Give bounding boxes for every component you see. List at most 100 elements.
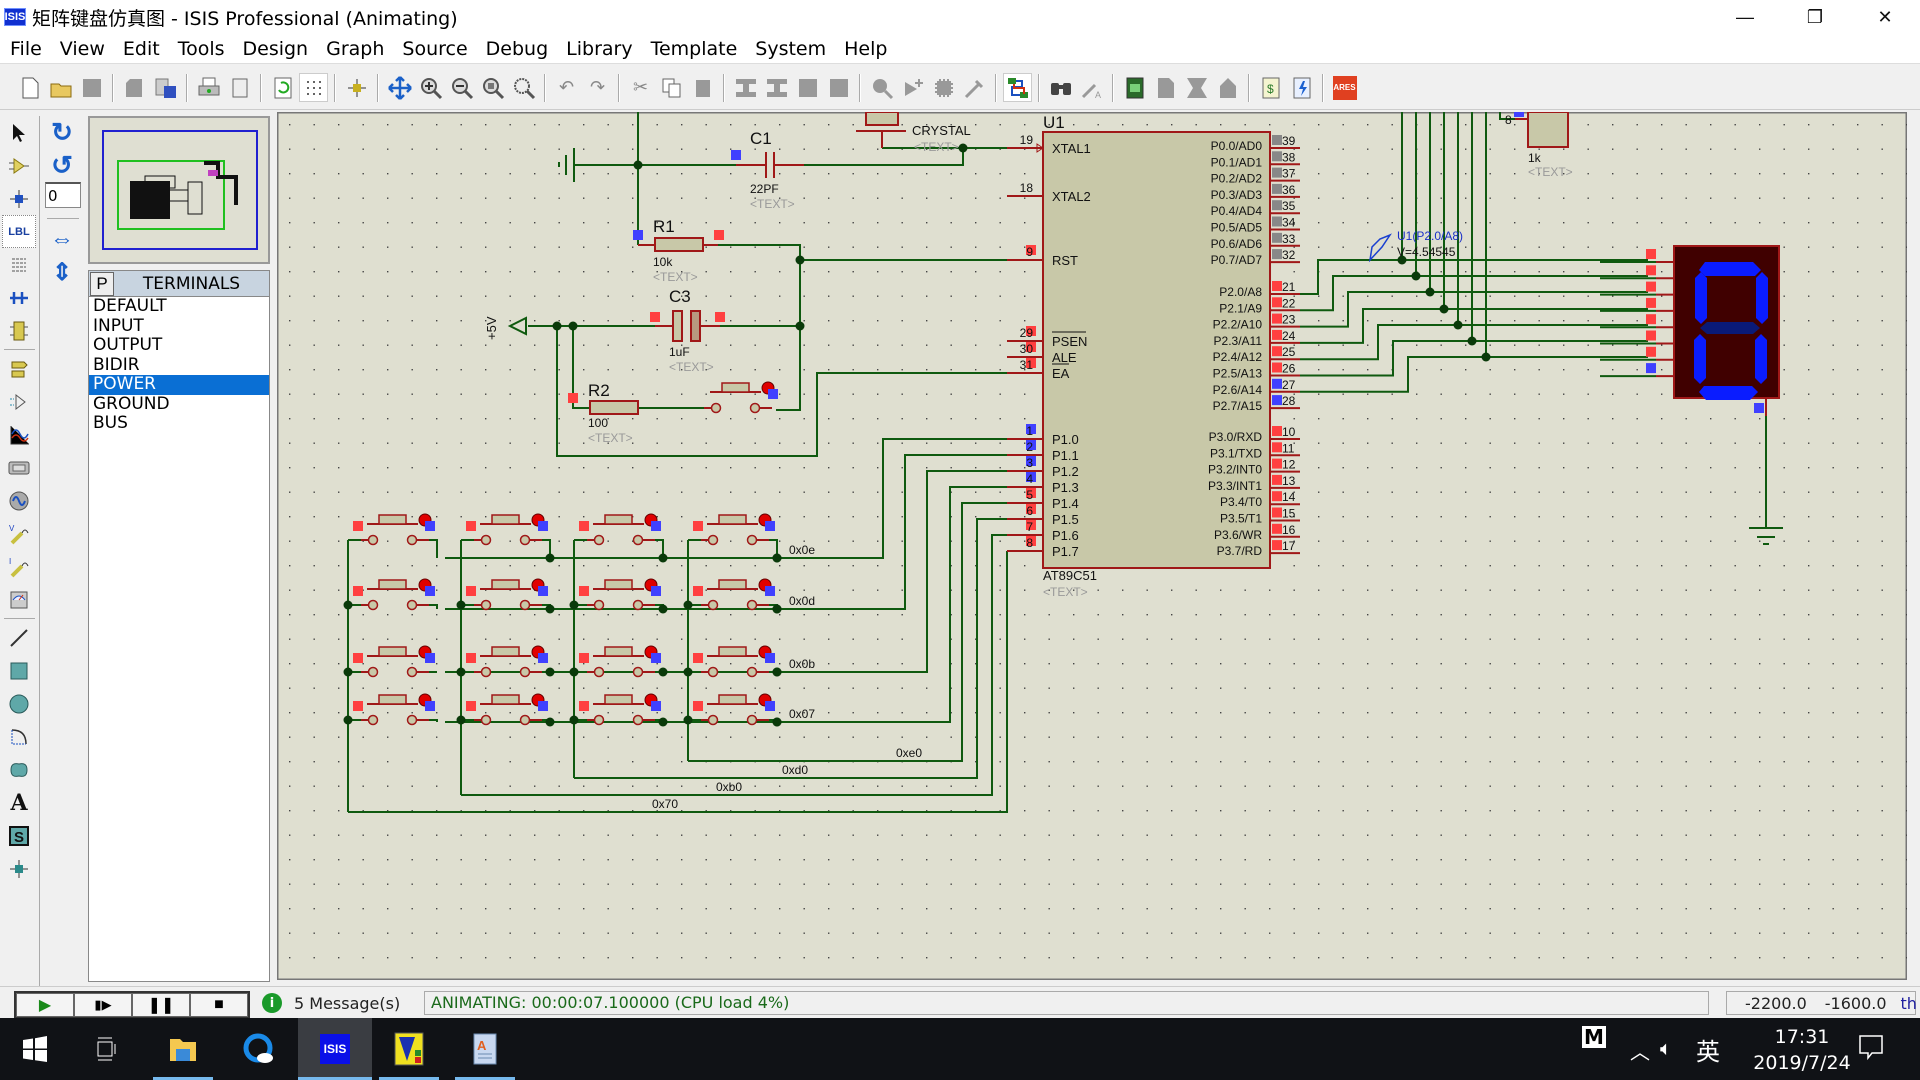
junction-dot-icon[interactable] xyxy=(2,182,36,215)
text-script-icon[interactable] xyxy=(2,248,36,281)
menu-tools[interactable]: Tools xyxy=(169,38,234,60)
input-language-indicator[interactable]: 英 xyxy=(1696,1032,1720,1067)
terminal-item-default[interactable]: DEFAULT xyxy=(89,296,269,317)
exit-to-parent-icon[interactable] xyxy=(1182,73,1211,102)
messages-indicator[interactable]: i 5 Message(s) xyxy=(262,991,400,1015)
menu-design[interactable]: Design xyxy=(234,38,318,60)
generator-icon[interactable] xyxy=(2,484,36,517)
redraw-icon[interactable] xyxy=(268,73,297,102)
menu-system[interactable]: System xyxy=(746,38,835,60)
save-icon[interactable] xyxy=(77,73,106,102)
mirror-horizontal-icon[interactable]: ⇔ xyxy=(45,223,79,256)
box-icon[interactable] xyxy=(2,654,36,687)
path-icon[interactable] xyxy=(2,753,36,786)
menu-help[interactable]: Help xyxy=(835,38,896,60)
redo-icon[interactable]: ↷ xyxy=(583,73,612,102)
origin-icon[interactable] xyxy=(342,73,371,102)
zoom-in-icon[interactable] xyxy=(416,73,445,102)
zoom-out-icon[interactable] xyxy=(447,73,476,102)
menu-graph[interactable]: Graph xyxy=(317,38,393,60)
wordpad-icon[interactable]: A xyxy=(450,1018,520,1080)
restore-button[interactable]: ❐ xyxy=(1780,0,1850,34)
close-button[interactable]: ✕ xyxy=(1850,0,1920,34)
bill-of-materials-icon[interactable]: $ xyxy=(1256,73,1285,102)
electrical-rule-check-icon[interactable] xyxy=(1287,73,1316,102)
zoom-to-child-icon[interactable] xyxy=(1213,73,1242,102)
tape-recorder-icon[interactable] xyxy=(2,451,36,484)
wire-autorouter-icon[interactable] xyxy=(1003,73,1032,102)
menu-edit[interactable]: Edit xyxy=(114,38,169,60)
virtual-instruments-icon[interactable] xyxy=(2,583,36,616)
terminal-item-bidir[interactable]: BIDIR xyxy=(89,355,269,376)
remove-sheet-icon[interactable] xyxy=(1151,73,1180,102)
grid-icon[interactable] xyxy=(299,73,328,102)
menu-library[interactable]: Library xyxy=(557,38,641,60)
rotate-anticlockwise-icon[interactable]: ↺ xyxy=(45,149,79,182)
rotation-angle-input[interactable] xyxy=(45,182,81,208)
print-icon[interactable] xyxy=(194,73,223,102)
block-delete-icon[interactable] xyxy=(824,73,853,102)
new-icon[interactable] xyxy=(15,73,44,102)
minimize-button[interactable]: — xyxy=(1710,0,1780,34)
menu-template[interactable]: Template xyxy=(642,38,747,60)
packaging-icon[interactable] xyxy=(929,73,958,102)
isis-icon[interactable]: ISIS xyxy=(298,1018,372,1080)
show-hidden-icons-icon[interactable]: ︿ xyxy=(1630,1036,1650,1065)
import-icon[interactable] xyxy=(120,73,149,102)
make-device-icon[interactable] xyxy=(898,73,927,102)
terminal-item-power[interactable]: POWER xyxy=(89,374,269,395)
terminal-item-ground[interactable]: GROUND xyxy=(89,394,269,415)
cut-icon[interactable]: ✂ xyxy=(626,73,655,102)
volume-icon[interactable]: 🔈︎ xyxy=(1660,1036,1672,1060)
rotate-clockwise-icon[interactable]: ↻ xyxy=(45,116,79,149)
file-explorer-icon[interactable] xyxy=(148,1018,218,1080)
new-sheet-icon[interactable] xyxy=(1120,73,1149,102)
menu-source[interactable]: Source xyxy=(393,38,476,60)
symbol-icon[interactable]: S xyxy=(2,819,36,852)
block-rotate-icon[interactable] xyxy=(793,73,822,102)
schematic-canvas[interactable]: U1AT89C51<TEXT>19XTAL118XTAL29RST29PSEN3… xyxy=(277,112,1907,980)
stop-button[interactable]: ■ xyxy=(190,993,248,1017)
circle-icon[interactable] xyxy=(2,687,36,720)
keil-uvision-icon[interactable] xyxy=(374,1018,444,1080)
search-icon[interactable] xyxy=(1046,73,1075,102)
menu-debug[interactable]: Debug xyxy=(477,38,557,60)
pick-devices-button[interactable]: P xyxy=(90,271,114,296)
pan-icon[interactable] xyxy=(385,73,414,102)
terminal-item-output[interactable]: OUTPUT xyxy=(89,335,269,356)
task-view-icon[interactable] xyxy=(72,1018,142,1080)
marker-icon[interactable] xyxy=(2,852,36,885)
undo-icon[interactable]: ↶ xyxy=(552,73,581,102)
block-move-icon[interactable] xyxy=(762,73,791,102)
selection-mode-icon[interactable] xyxy=(2,116,36,149)
device-pins-icon[interactable] xyxy=(2,385,36,418)
wire-label-icon[interactable]: LBL xyxy=(2,215,36,248)
qq-browser-icon[interactable] xyxy=(224,1018,294,1080)
zoom-area-icon[interactable] xyxy=(509,73,538,102)
block-copy-icon[interactable] xyxy=(731,73,760,102)
terminal-item-input[interactable]: INPUT xyxy=(89,316,269,337)
menu-view[interactable]: View xyxy=(51,38,114,60)
zoom-all-icon[interactable] xyxy=(478,73,507,102)
arc-icon[interactable] xyxy=(2,720,36,753)
print-area-icon[interactable] xyxy=(225,73,254,102)
clock-time[interactable]: 17:31 xyxy=(1752,1026,1852,1048)
open-icon[interactable] xyxy=(46,73,75,102)
line-icon[interactable] xyxy=(2,621,36,654)
overview-window[interactable] xyxy=(88,116,270,264)
current-probe-icon[interactable]: I xyxy=(2,550,36,583)
pick-device-icon[interactable] xyxy=(867,73,896,102)
copy-icon[interactable] xyxy=(657,73,686,102)
clock-date[interactable]: 2019/7/24 xyxy=(1735,1052,1869,1074)
pause-button[interactable]: ❚❚ xyxy=(132,993,190,1017)
ime-mode-indicator[interactable]: M xyxy=(1582,1025,1606,1049)
voltage-probe-icon[interactable]: V xyxy=(2,517,36,550)
terminals-mode-icon[interactable] xyxy=(2,352,36,385)
mirror-vertical-icon[interactable]: ⇕ xyxy=(45,256,79,289)
paste-icon[interactable] xyxy=(688,73,717,102)
decompose-icon[interactable] xyxy=(960,73,989,102)
component-mode-icon[interactable] xyxy=(2,149,36,182)
bus-icon[interactable] xyxy=(2,281,36,314)
text-icon[interactable]: A xyxy=(2,786,36,819)
graph-mode-icon[interactable] xyxy=(2,418,36,451)
